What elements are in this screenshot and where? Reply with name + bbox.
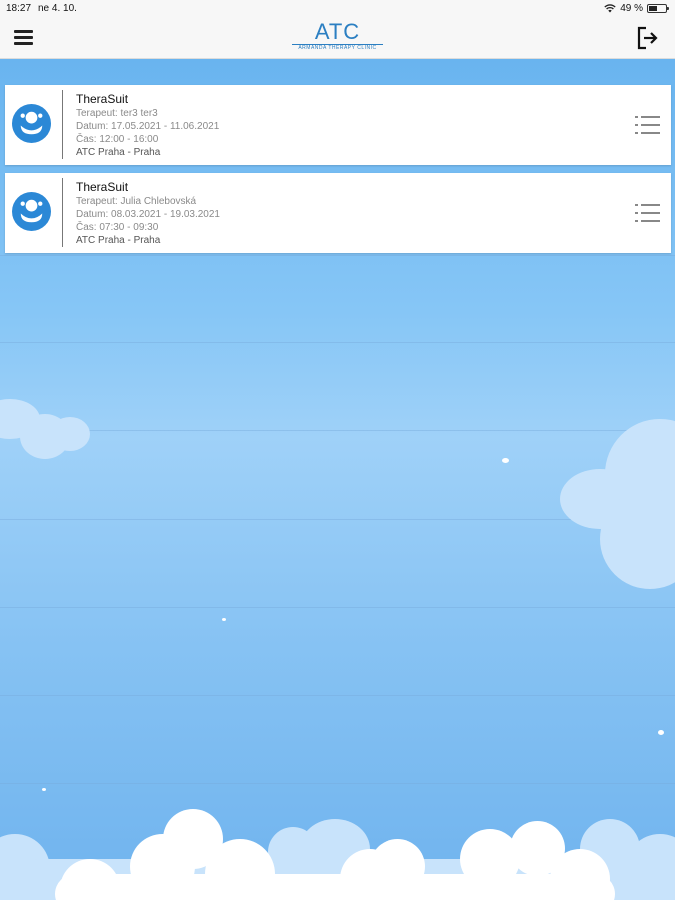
cloud-shape: [55, 874, 615, 900]
appointments-area[interactable]: TheraSuit Terapeut: ter3 ter3 Datum: 17.…: [0, 59, 675, 900]
bg-stripe: [0, 255, 675, 256]
appointment-location: ATC Praha - Praha: [76, 235, 161, 246]
bg-stripe: [0, 342, 675, 343]
logo-title: ATC: [314, 19, 361, 44]
menu-button[interactable]: [14, 27, 38, 49]
status-date: ne 4. 10.: [38, 3, 77, 14]
star-dot: [42, 788, 46, 791]
card-divider: [62, 178, 63, 247]
status-bar: 18:27 ne 4. 10. 49 %: [0, 0, 675, 18]
appointment-therapist: Terapeut: Julia Chlebovská: [76, 196, 197, 207]
bg-stripe: [0, 607, 675, 608]
list-icon[interactable]: [635, 115, 660, 135]
bg-stripe: [0, 695, 675, 696]
appointment-dates: Datum: 17.05.2021 - 11.06.2021: [76, 121, 220, 132]
appointment-title: TheraSuit: [76, 180, 129, 194]
appointment-time: Čas: 12:00 - 16:00: [76, 134, 159, 145]
appointment-card[interactable]: TheraSuit Terapeut: ter3 ter3 Datum: 17.…: [5, 85, 671, 165]
appointment-card[interactable]: TheraSuit Terapeut: Julia Chlebovská Dat…: [5, 173, 671, 253]
appointment-dates: Datum: 08.03.2021 - 19.03.2021: [76, 209, 220, 220]
hamburger-icon-bar: [14, 42, 33, 45]
wifi-icon: [604, 4, 616, 13]
appointment-title: TheraSuit: [76, 92, 129, 106]
appointment-location: ATC Praha - Praha: [76, 147, 161, 158]
atc-logo: ATC ARMANDA THERAPY CLINIC: [290, 20, 385, 52]
logo-subtitle: ARMANDA THERAPY CLINIC: [298, 45, 377, 51]
battery-percent: 49 %: [620, 3, 643, 14]
bg-stripe: [0, 783, 675, 784]
bg-stripe: [0, 430, 675, 431]
list-icon[interactable]: [635, 203, 660, 223]
star-dot: [502, 458, 509, 463]
hamburger-icon-bar: [14, 30, 33, 33]
battery-fill: [649, 6, 657, 11]
cloud-shape: [50, 417, 90, 451]
star-dot: [222, 618, 226, 621]
card-divider: [62, 90, 63, 159]
therapy-child-icon: [12, 192, 51, 231]
status-time: 18:27: [6, 3, 32, 14]
therapy-child-icon: [12, 104, 51, 143]
status-right: 49 %: [604, 3, 669, 14]
top-nav-bar: ATC ARMANDA THERAPY CLINIC: [0, 18, 675, 59]
logout-icon[interactable]: [635, 25, 661, 51]
battery-icon: [647, 4, 669, 13]
hamburger-icon-bar: [14, 36, 33, 39]
appointment-time: Čas: 07:30 - 09:30: [76, 222, 159, 233]
star-dot: [658, 730, 664, 735]
appointment-therapist: Terapeut: ter3 ter3: [76, 108, 158, 119]
